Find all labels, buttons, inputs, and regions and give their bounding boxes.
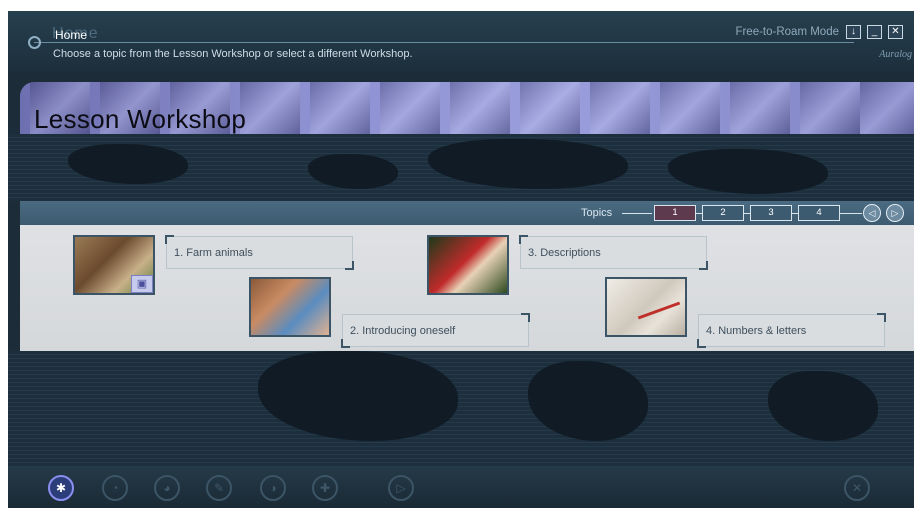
map-continent [528,361,648,441]
topics-connector-line [840,213,862,214]
bottom-toolbar: ✱ ◔ ◕ ✎ ◑ ✚ ▷ ✕ [8,466,914,508]
banner-photo [450,82,510,134]
map-continent [68,144,188,184]
download-button[interactable]: ↓ [846,25,861,39]
grammar-icon[interactable]: ✚ [312,475,338,501]
world-map-background [8,134,914,201]
header-bar: Home Home Choose a topic from the Lesson… [8,11,914,73]
topics-label: Topics [581,207,613,219]
map-continent [768,371,878,441]
topic-2-label: 2. Introducing oneself [350,325,456,337]
banner-photo [380,82,440,134]
banner-photo [590,82,650,134]
map-continent [308,154,398,189]
topics-pagination-bar: Topics 1 2 3 4 ◁ ▷ [20,201,914,225]
banner-photo [520,82,580,134]
topic-3-card[interactable]: 3. Descriptions [519,235,708,270]
pronunciation-icon[interactable]: ◑ [260,475,286,501]
topic-1-card[interactable]: 1. Farm animals [165,235,354,270]
topics-page-2-button[interactable]: 2 [702,205,744,221]
header-divider-line [34,42,854,43]
close-button[interactable]: ✕ [888,25,903,39]
banner-photo [660,82,720,134]
video-icon: ▣ [131,275,153,293]
exit-icon[interactable]: ✕ [844,475,870,501]
speech-icon[interactable]: ◔ [102,475,128,501]
banner-photo [860,82,914,134]
app-window: Home Home Choose a topic from the Lesson… [8,11,914,508]
workshop-banner: Lesson Workshop [20,82,914,134]
free-to-roam-mode-toggle[interactable]: Free-to-Roam Mode [735,26,839,38]
world-map-background-lower [8,351,914,471]
banner-photo [800,82,860,134]
reading-icon[interactable]: ✎ [206,475,232,501]
workshop-icon[interactable]: ✱ [48,475,74,501]
topic-3-thumbnail[interactable] [427,235,509,295]
banner-photo [310,82,370,134]
page-title: Lesson Workshop [34,104,247,134]
next-page-icon[interactable]: ▷ [886,204,904,222]
listening-icon[interactable]: ◕ [154,475,180,501]
topic-4-thumbnail[interactable] [605,277,687,337]
header-knob-icon [28,36,41,49]
topic-2-card[interactable]: 2. Introducing oneself [341,313,530,348]
topic-1-label: 1. Farm animals [174,247,253,259]
topic-2-thumbnail[interactable] [249,277,331,337]
banner-photo [730,82,790,134]
topic-1-thumbnail[interactable]: ▣ [73,235,155,295]
pen-shape [637,301,681,320]
topics-page-1-button[interactable]: 1 [654,205,696,221]
topics-page-3-button[interactable]: 3 [750,205,792,221]
home-link[interactable]: Home [55,28,87,42]
topic-4-label: 4. Numbers & letters [706,325,807,337]
topics-page-4-button[interactable]: 4 [798,205,840,221]
topic-4-card[interactable]: 4. Numbers & letters [697,313,886,348]
instructions-text: Choose a topic from the Lesson Workshop … [53,48,413,60]
brand-logo: Auralog [879,49,912,60]
banner-photo [240,82,300,134]
map-continent [428,139,628,189]
map-continent [668,149,828,194]
topics-connector-line [622,213,652,214]
topics-panel: ▣ 1. Farm animals 2. Introducing oneself… [20,225,914,351]
map-continent [258,351,458,441]
next-icon[interactable]: ▷ [388,475,414,501]
previous-page-icon[interactable]: ◁ [863,204,881,222]
minimize-button[interactable]: _ [867,25,882,39]
topic-3-label: 3. Descriptions [528,247,601,259]
